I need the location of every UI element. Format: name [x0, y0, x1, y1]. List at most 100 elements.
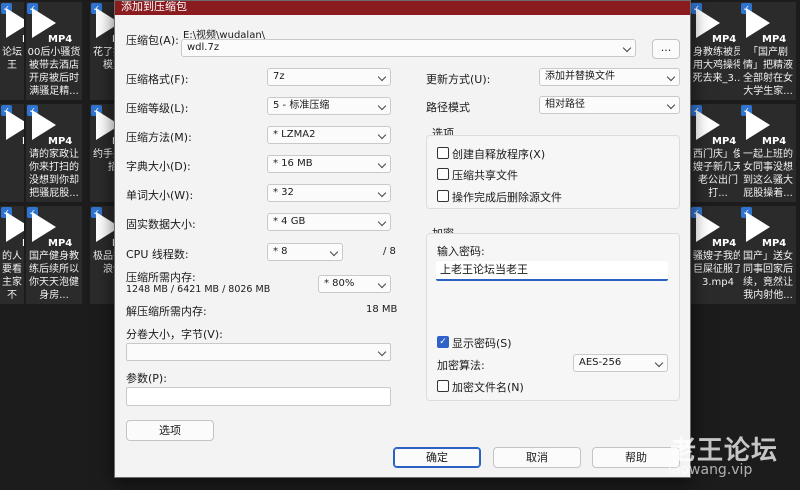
- video-file-tile[interactable]: ✓ MP4 请的家政让你来打扫的没想到你却把骚屁股...: [26, 104, 82, 202]
- dict-value: * 16 MB: [273, 158, 313, 169]
- word-label: 单词大小(W):: [126, 189, 194, 202]
- file-name: 国产健身教练后续所以你天天泡健身房...: [29, 251, 79, 301]
- chevron-down-icon: [377, 72, 387, 82]
- show-password-checkbox[interactable]: ✓: [437, 336, 449, 348]
- format-label: 压缩格式(F):: [126, 73, 189, 86]
- chevron-down-icon: [377, 130, 387, 140]
- chevron-down-icon: [666, 100, 676, 110]
- archive-name-combo[interactable]: wdl.7z: [181, 39, 636, 57]
- threads-label: CPU 线程数:: [126, 248, 189, 261]
- file-type-badge: MP4: [22, 136, 24, 147]
- video-file-tile[interactable]: ✓ MP4 一起上班的女同事没想到这么骚大屁股操着...: [740, 104, 796, 202]
- params-value: [127, 390, 131, 401]
- chevron-down-icon: [377, 217, 387, 227]
- video-file-tile[interactable]: ✓ MP4 「国产剧情」把精液全部射在女大学生家...: [740, 2, 796, 100]
- video-file-tile[interactable]: ✓ MP4 西门庆」俊嫂子新几天老公出门打...: [690, 104, 746, 202]
- format-combo[interactable]: 7z: [267, 68, 391, 86]
- file-type-badge: MP4: [762, 34, 787, 45]
- cancel-button[interactable]: 取消: [493, 447, 581, 468]
- decompress-memory-label: 解压缩所需内存:: [126, 305, 207, 318]
- file-type-badge: MP4: [48, 238, 73, 249]
- chevron-down-icon: [654, 358, 664, 368]
- level-label: 压缩等级(L):: [126, 102, 189, 115]
- chevron-down-icon: [622, 43, 632, 53]
- file-type-badge: MP4: [22, 238, 24, 249]
- memory-percent-combo[interactable]: * 80%: [318, 275, 391, 293]
- file-name: 西门庆」俊嫂子新几天老公出门打...: [693, 149, 743, 199]
- delete-source-checkbox[interactable]: [437, 190, 449, 202]
- format-value: 7z: [273, 71, 285, 82]
- method-combo[interactable]: * LZMA2: [267, 126, 391, 144]
- add-to-archive-dialog: 添加到压缩包 压缩包(A): E:\视频\wudalan\ wdl.7z ...…: [114, 0, 691, 478]
- threads-max: / 8: [383, 246, 396, 257]
- dialog-title: 添加到压缩包: [115, 1, 690, 15]
- memory-percent-value: * 80%: [324, 278, 355, 289]
- file-type-badge: MP4: [762, 136, 787, 147]
- file-type-badge: MP4: [712, 34, 737, 45]
- threads-combo[interactable]: * 8: [267, 243, 343, 261]
- video-file-tile[interactable]: ✓MP4论坛 王: [0, 2, 24, 100]
- path-mode-combo[interactable]: 相对路径: [539, 96, 680, 114]
- file-name: 00后小骚货被带去酒店开房被后时满骚足精...: [27, 47, 81, 97]
- shared-files-label: 压缩共享文件: [452, 169, 518, 182]
- password-label: 输入密码:: [437, 245, 485, 258]
- file-type-badge: MP4: [712, 238, 737, 249]
- encrypt-names-checkbox[interactable]: [437, 380, 449, 392]
- ok-button[interactable]: 确定: [393, 447, 481, 468]
- help-button[interactable]: 帮助: [592, 447, 680, 468]
- video-file-tile[interactable]: ✓ MP4 身教练被员用大鸡操得死去来_3...: [690, 2, 746, 100]
- video-file-tile[interactable]: ✓ MP4 国产」送女同事回家后续，竟然让我内射他...: [740, 206, 796, 304]
- word-value: * 32: [273, 187, 294, 198]
- file-type-badge: MP4: [22, 34, 24, 45]
- file-type-badge: MP4: [48, 136, 73, 147]
- video-file-tile[interactable]: ✓ MP4 骚嫂子我的巨屎征服了3.mp4: [690, 206, 746, 304]
- file-name: 请的家政让你来打扫的没想到你却把骚屁股...: [29, 149, 79, 199]
- dict-combo[interactable]: * 16 MB: [267, 155, 391, 173]
- video-file-tile[interactable]: ✓ MP4 00后小骚货被带去酒店开房被后时满骚足精...: [26, 2, 82, 100]
- encrypt-names-label: 加密文件名(N): [452, 381, 524, 394]
- volume-size-combo[interactable]: [126, 343, 391, 361]
- encryption-algo-combo[interactable]: AES-256: [573, 354, 668, 372]
- chevron-down-icon: [377, 279, 387, 289]
- sfx-checkbox[interactable]: [437, 147, 449, 159]
- browse-button[interactable]: ...: [652, 39, 680, 59]
- password-input[interactable]: 上老王论坛当老王: [436, 261, 668, 281]
- chevron-down-icon: [377, 188, 387, 198]
- decompress-memory-value: 18 MB: [366, 304, 398, 315]
- archive-name-value: wdl.7z: [187, 42, 220, 53]
- options-button[interactable]: 选项: [126, 420, 214, 441]
- level-combo[interactable]: 5 - 标准压缩: [267, 97, 391, 115]
- params-label: 参数(P):: [126, 372, 167, 385]
- dict-label: 字典大小(D):: [126, 160, 191, 173]
- shared-files-checkbox[interactable]: [437, 168, 449, 180]
- delete-source-label: 操作完成后删除源文件: [452, 191, 562, 204]
- chevron-down-icon: [377, 159, 387, 169]
- memory-value: 1248 MB / 6421 MB / 8026 MB: [126, 284, 271, 295]
- update-mode-combo[interactable]: 添加并替换文件: [539, 68, 680, 86]
- chevron-down-icon: [377, 101, 387, 111]
- file-name: 身教练被员用大鸡操得死去来_3...: [692, 47, 744, 84]
- word-combo[interactable]: * 32: [267, 184, 391, 202]
- method-value: * LZMA2: [273, 129, 316, 140]
- solid-combo[interactable]: * 4 GB: [267, 213, 391, 231]
- encryption-algo-label: 加密算法:: [437, 359, 485, 372]
- params-input[interactable]: [126, 387, 391, 406]
- password-value: 上老王论坛当老王: [440, 263, 528, 276]
- video-file-tile[interactable]: ✓MP4: [0, 104, 24, 202]
- video-file-tile[interactable]: ✓ MP4 国产健身教练后续所以你天天泡健身房...: [26, 206, 82, 304]
- video-file-tile[interactable]: ✓MP4的人要看主家不: [0, 206, 24, 304]
- file-name: 国产」送女同事回家后续，竟然让我内射他...: [743, 251, 793, 301]
- show-password-label: 显示密码(S): [452, 337, 512, 350]
- file-type-badge: MP4: [762, 238, 787, 249]
- volume-label: 分卷大小，字节(V):: [126, 328, 223, 341]
- solid-label: 固实数据大小:: [126, 218, 196, 231]
- level-value: 5 - 标准压缩: [273, 100, 330, 111]
- file-name: 骚嫂子我的巨屎征服了3.mp4: [693, 251, 743, 288]
- chevron-down-icon: [666, 72, 676, 82]
- path-mode-label: 路径模式: [426, 101, 470, 114]
- chevron-down-icon: [377, 347, 387, 357]
- file-name: 一起上班的女同事没想到这么骚大屁股操着...: [743, 149, 793, 199]
- threads-value: * 8: [273, 246, 288, 257]
- archive-label: 压缩包(A):: [126, 34, 179, 47]
- path-mode-value: 相对路径: [545, 99, 585, 110]
